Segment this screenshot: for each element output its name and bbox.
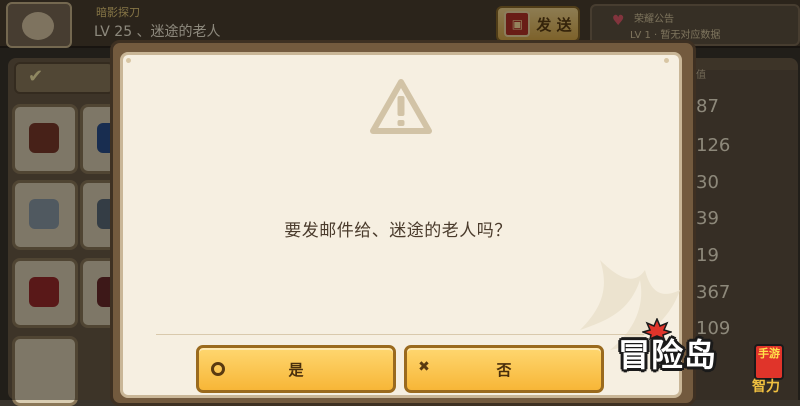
- dialog-divider: [156, 334, 644, 335]
- logo-title: 冒险岛: [618, 336, 718, 374]
- no-button-label: 否: [496, 360, 512, 379]
- yes-button[interactable]: 是: [196, 345, 396, 393]
- corner-rivet: [664, 58, 669, 63]
- logo-tag: 手游: [754, 344, 784, 380]
- corner-rivet: [126, 58, 131, 63]
- bottom-right-tag: 智力: [752, 379, 780, 395]
- yes-button-label: 是: [288, 360, 304, 379]
- dialog-message: 要发邮件给、迷途的老人吗？: [284, 221, 512, 241]
- no-button[interactable]: ✖ 否: [404, 345, 604, 393]
- warning-triangle-icon: [370, 79, 432, 134]
